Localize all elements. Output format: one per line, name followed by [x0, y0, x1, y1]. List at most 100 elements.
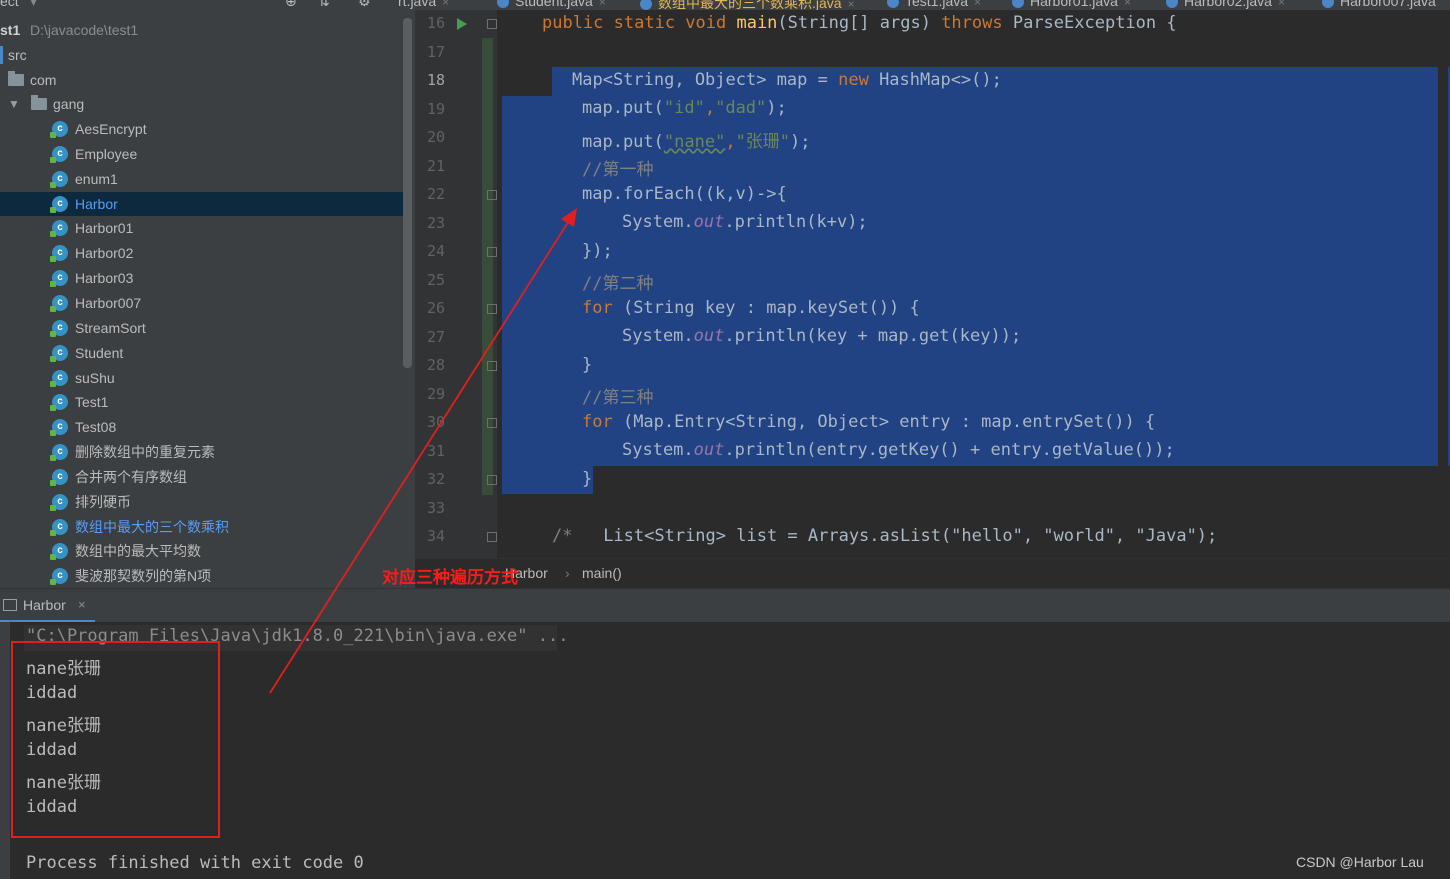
- close-icon[interactable]: ×: [974, 0, 981, 9]
- fold-marker-icon[interactable]: [487, 304, 497, 314]
- tree-item-class[interactable]: c enum1: [0, 167, 405, 191]
- editor-tab[interactable]: 数组中最大的三个数乘积.java ×: [640, 0, 855, 10]
- globe-icon[interactable]: ⊕: [285, 0, 297, 10]
- class-icon: c: [50, 468, 68, 486]
- line-number: 30: [426, 413, 445, 431]
- code-line-18: Map<String, Object> map = new HashMap<>(…: [572, 70, 1002, 90]
- tree-label: Harbor02: [75, 245, 134, 262]
- close-icon[interactable]: ×: [442, 0, 449, 9]
- class-icon: c: [50, 319, 68, 337]
- tree-item-class[interactable]: c suShu: [0, 366, 405, 390]
- tree-root[interactable]: st1 D:\javacode\test1: [0, 18, 405, 42]
- tree-item-class[interactable]: c Harbor01: [0, 216, 405, 240]
- tree-item-class[interactable]: c 排列硬币: [0, 490, 405, 514]
- breadcrumb-method[interactable]: main(): [582, 565, 622, 581]
- tree-label: 斐波那契数列的第N项: [75, 568, 212, 585]
- editor-tab-strip: ect ▾ ⊕ ⇅ ⚙ rt.java × Student.java × 数组中最大…: [0, 0, 1450, 10]
- tree-item-class[interactable]: c 斐波那契数列的第N项: [0, 564, 405, 588]
- tree-label: Employee: [75, 145, 138, 162]
- run-icon[interactable]: [457, 18, 467, 30]
- code-line-31: System.out.println(entry.getKey() + entr…: [622, 440, 1175, 460]
- close-icon[interactable]: ×: [1124, 0, 1131, 9]
- close-icon[interactable]: ×: [599, 0, 606, 9]
- class-icon: c: [50, 245, 68, 263]
- tree-item-class[interactable]: c Harbor02: [0, 241, 405, 265]
- console-output[interactable]: "C:\Program Files\Java\jdk1.8.0_221\bin\…: [10, 622, 1450, 879]
- collapse-icon[interactable]: ⇅: [318, 0, 330, 10]
- code-line-28: }: [582, 355, 593, 375]
- breadcrumb-separator-icon: ›: [565, 565, 570, 581]
- expand-arrow-icon[interactable]: ▼: [8, 92, 20, 116]
- source-root-marker: [0, 46, 3, 64]
- class-icon: c: [50, 145, 68, 163]
- gear-icon[interactable]: ⚙: [358, 0, 371, 10]
- code-line-19: map.put("id","dad");: [582, 98, 787, 118]
- selection-highlight: [502, 466, 593, 494]
- run-tab-label: Harbor: [23, 597, 66, 613]
- class-icon: [1012, 0, 1024, 9]
- tree-item-class[interactable]: c 数组中最大的三个数乘积: [0, 515, 405, 539]
- line-number: 32: [426, 470, 445, 488]
- tree-scrollbar[interactable]: [403, 18, 412, 368]
- close-icon[interactable]: ×: [78, 597, 86, 612]
- tree-item-com[interactable]: com: [0, 68, 405, 92]
- editor-scrollbar[interactable]: [1438, 10, 1448, 558]
- code-line-25: //第二种: [582, 274, 654, 294]
- tree-label: AesEncrypt: [75, 121, 147, 137]
- class-icon: [1322, 0, 1334, 9]
- tree-item-class[interactable]: c 数组中的最大平均数: [0, 539, 405, 563]
- class-icon: c: [50, 568, 68, 586]
- tree-label: Test08: [75, 419, 117, 436]
- editor-tab[interactable]: Student.java ×: [497, 0, 606, 9]
- line-number: 22: [426, 185, 445, 203]
- tree-item-class[interactable]: c Test1: [0, 390, 405, 414]
- editor-tab[interactable]: Harbor007.java: [1322, 0, 1436, 9]
- run-tab[interactable]: Harbor ×: [0, 589, 95, 623]
- class-icon: c: [50, 270, 68, 288]
- editor-tab[interactable]: Harbor01.java ×: [1012, 0, 1131, 9]
- code-line-21: //第一种: [582, 160, 654, 180]
- tree-item-class[interactable]: c AesEncrypt: [0, 117, 405, 141]
- class-icon: c: [50, 518, 68, 536]
- code-editor[interactable]: 16 17 18 19 20 21 22 23 24 25 26 27 28 29 30 31 32 33 34 p…: [415, 10, 1450, 558]
- class-icon: c: [50, 121, 68, 138]
- project-toolwindow-title[interactable]: ect: [0, 0, 19, 9]
- tree-item-class[interactable]: c 合并两个有序数组: [0, 465, 405, 489]
- tree-label: Harbor03: [75, 270, 134, 287]
- line-number: 17: [426, 42, 445, 61]
- package-icon: [31, 95, 47, 110]
- tree-item-class[interactable]: c Student: [0, 341, 405, 365]
- tree-item-class[interactable]: c 删除数组中的重复元素: [0, 440, 405, 464]
- tree-item-class[interactable]: c Harbor: [0, 191, 405, 216]
- editor-tab[interactable]: Test1.java ×: [887, 0, 981, 9]
- tree-item-src[interactable]: src: [0, 43, 405, 67]
- fold-marker-icon[interactable]: [487, 418, 497, 428]
- tree-item-class[interactable]: c Test08: [0, 415, 405, 439]
- line-number: 34: [426, 527, 445, 545]
- class-icon: c: [50, 220, 68, 238]
- tree-item-class[interactable]: c Harbor007: [0, 291, 405, 315]
- editor-gutter: 16 17 18 19 20 21 22 23 24 25 26 27 28 29 30 31 32 33 34: [415, 10, 497, 558]
- code-line-23: System.out.println(k+v);: [622, 212, 868, 232]
- class-icon: [887, 0, 899, 9]
- tree-label: 合并两个有序数组: [75, 468, 187, 485]
- tree-label: gang: [53, 96, 85, 112]
- tree-item-class[interactable]: c Harbor03: [0, 266, 405, 290]
- tree-item-class[interactable]: c StreamSort: [0, 316, 405, 340]
- chevron-down-icon[interactable]: ▾: [30, 0, 37, 10]
- close-icon[interactable]: ×: [848, 0, 855, 10]
- editor-tab[interactable]: rt.java ×: [398, 0, 449, 9]
- editor-tab[interactable]: Harbor02.java ×: [1166, 0, 1285, 9]
- fold-marker-icon[interactable]: [487, 19, 497, 29]
- code-line-32: }: [582, 469, 593, 489]
- tree-item-gang[interactable]: ▼ gang: [0, 92, 405, 116]
- fold-marker-icon[interactable]: [487, 190, 497, 200]
- fold-marker-icon[interactable]: [487, 361, 497, 371]
- close-icon[interactable]: ×: [1278, 0, 1285, 9]
- line-number: 26: [426, 299, 445, 317]
- tree-label: Harbor01: [75, 220, 134, 237]
- fold-marker-icon[interactable]: [487, 532, 497, 542]
- tree-item-class[interactable]: c Employee: [0, 142, 405, 166]
- fold-marker-icon[interactable]: [487, 247, 497, 257]
- fold-marker-icon[interactable]: [487, 475, 497, 485]
